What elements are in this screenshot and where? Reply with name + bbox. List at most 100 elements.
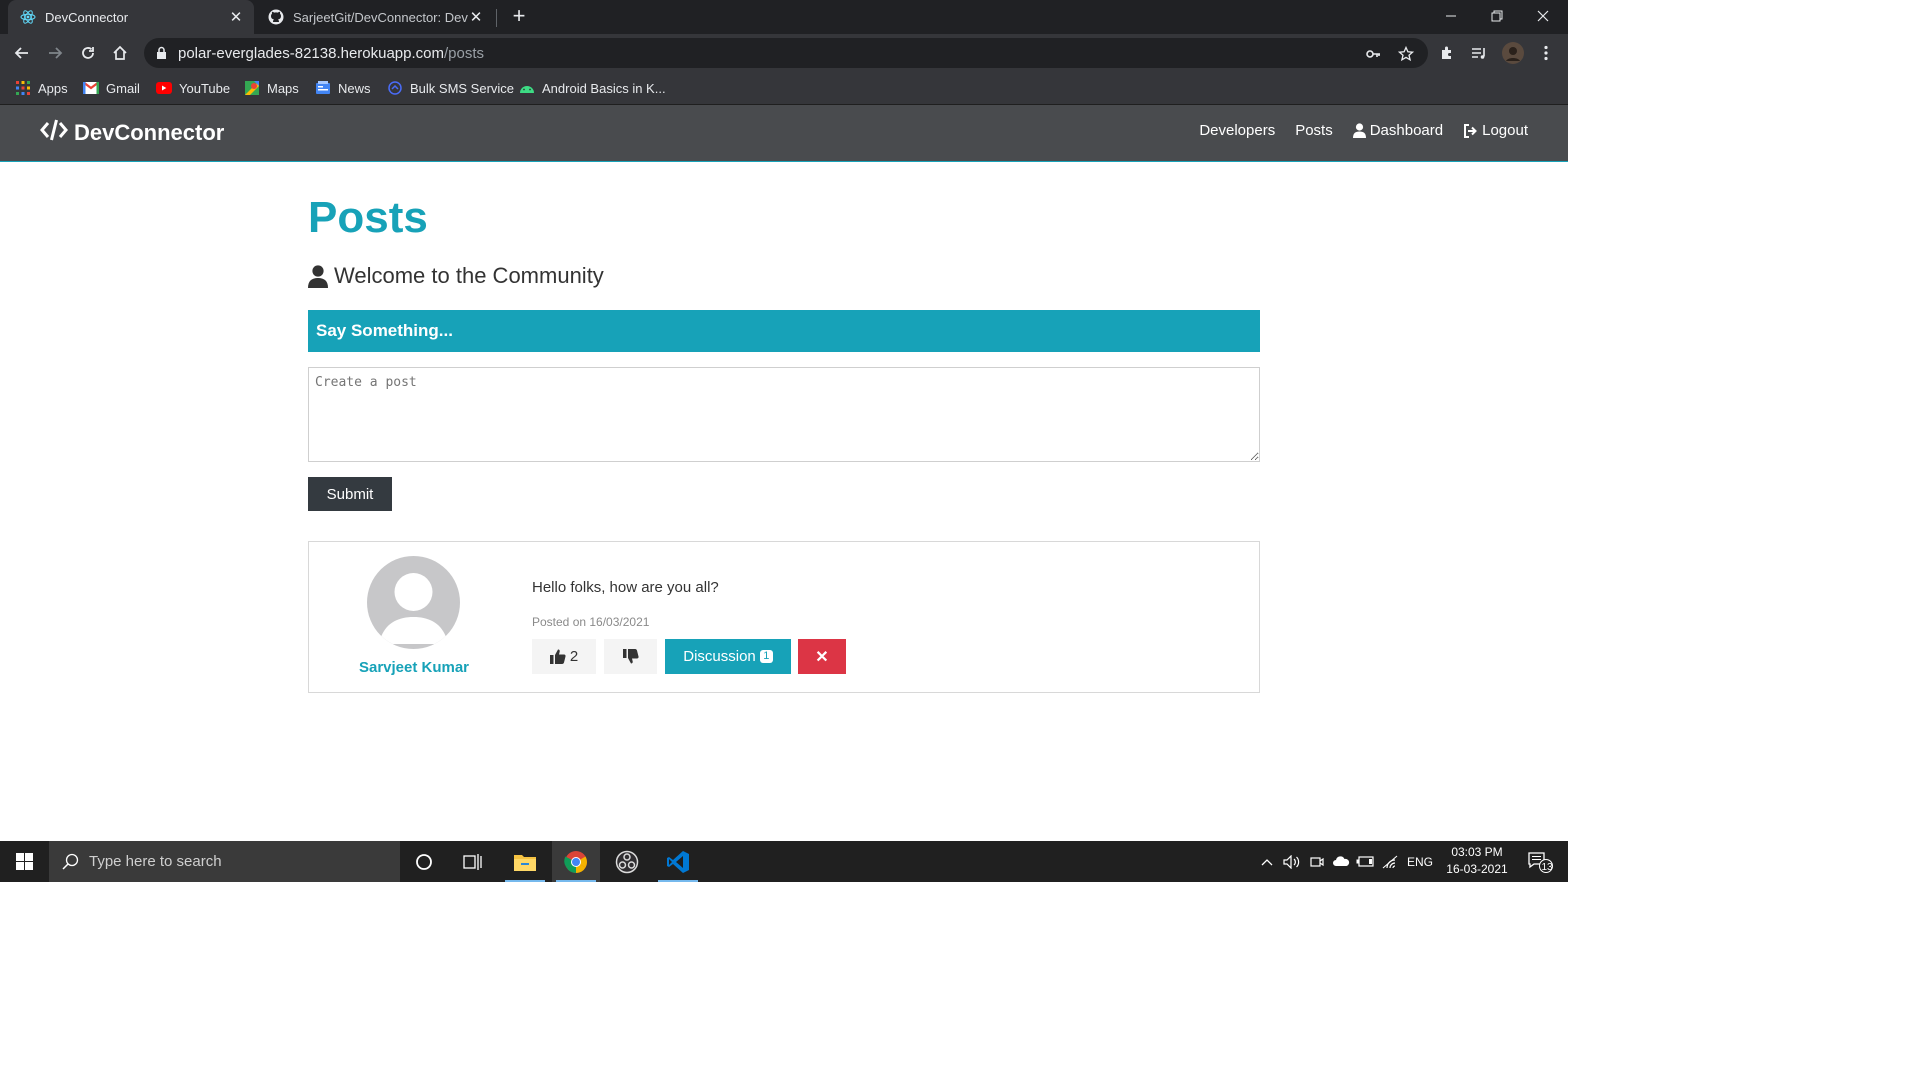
back-icon[interactable] xyxy=(8,39,36,67)
bookmark-label: Apps xyxy=(38,80,68,96)
notification-count: 13 xyxy=(1541,862,1553,873)
thumbs-down-icon xyxy=(622,649,639,664)
bookmark-maps[interactable]: Maps xyxy=(244,78,299,98)
brand-name: DevConnector xyxy=(74,120,225,145)
tab-github[interactable]: SarjeetGit/DevConnector: DevC ✕ xyxy=(256,0,494,34)
bookmark-label: Maps xyxy=(267,80,299,96)
menu-kebab-icon[interactable] xyxy=(1534,41,1558,65)
post-author-name[interactable]: Sarvjeet Kumar xyxy=(309,659,519,676)
file-explorer-icon[interactable] xyxy=(501,841,549,882)
url-path: /posts xyxy=(444,45,485,62)
user-icon xyxy=(1352,123,1366,138)
task-view-icon[interactable] xyxy=(449,841,497,882)
lock-icon[interactable] xyxy=(156,46,167,65)
nav-posts[interactable]: Posts xyxy=(1295,122,1333,139)
extensions-icon[interactable] xyxy=(1435,41,1459,65)
new-tab-button[interactable]: + xyxy=(506,5,532,29)
nav-developers[interactable]: Developers xyxy=(1199,122,1275,139)
bookmark-label: YouTube xyxy=(179,80,231,96)
nav-logout[interactable]: Logout xyxy=(1463,122,1528,139)
app-navbar: DevConnector Developers Posts Dashboard … xyxy=(0,105,1568,162)
chevron-up-icon[interactable] xyxy=(1256,841,1278,882)
close-tab-icon[interactable]: ✕ xyxy=(228,9,244,26)
star-icon[interactable] xyxy=(1395,43,1417,65)
comment-count-badge: 1 xyxy=(759,650,773,663)
tab-title: DevConnector xyxy=(45,9,129,25)
code-icon xyxy=(40,119,68,147)
welcome-lead: Welcome to the Community xyxy=(308,263,604,289)
windows-taskbar: Type here to search ENG 03:03 PM 16-03-2… xyxy=(0,841,1568,882)
apps-grid-icon xyxy=(15,80,31,96)
avatar[interactable] xyxy=(367,556,460,649)
github-icon xyxy=(268,9,284,25)
volume-icon[interactable] xyxy=(1280,841,1304,882)
close-window-icon[interactable] xyxy=(1520,0,1566,32)
restore-icon[interactable] xyxy=(1474,0,1520,32)
forward-icon[interactable] xyxy=(41,39,69,67)
bookmark-android-basics[interactable]: Android Basics in K... xyxy=(519,78,666,98)
close-tab-icon[interactable]: ✕ xyxy=(468,9,484,26)
android-icon xyxy=(519,80,535,96)
obs-icon[interactable] xyxy=(603,841,651,882)
news-icon xyxy=(315,80,331,96)
onedrive-icon[interactable] xyxy=(1330,841,1352,882)
url-text: polar-everglades-82138.herokuapp.com/pos… xyxy=(178,45,484,62)
home-icon[interactable] xyxy=(106,39,134,67)
bookmarks-bar: Apps Gmail YouTube Maps News Bulk SMS Se… xyxy=(0,72,1568,105)
post-form-header-text: Say Something... xyxy=(316,321,453,340)
taskbar-search-box[interactable]: Type here to search xyxy=(49,841,400,882)
bookmark-label: Android Basics in K... xyxy=(542,80,666,96)
key-icon[interactable] xyxy=(1362,43,1384,65)
battery-icon[interactable] xyxy=(1354,841,1376,882)
close-icon: ✕ xyxy=(815,648,829,666)
maps-icon xyxy=(244,80,260,96)
search-icon xyxy=(62,853,79,870)
discussion-label: Discussion xyxy=(683,648,756,665)
bookmark-news[interactable]: News xyxy=(315,78,371,98)
nav-dashboard[interactable]: Dashboard xyxy=(1352,122,1444,139)
minimize-icon[interactable] xyxy=(1428,0,1474,32)
taskbar-search-placeholder: Type here to search xyxy=(89,853,222,870)
sign-out-icon xyxy=(1464,123,1478,138)
post-body-text: Hello folks, how are you all? xyxy=(532,579,719,596)
user-icon xyxy=(308,264,328,288)
discussion-button[interactable]: Discussion 1 xyxy=(665,639,791,674)
tab-devconnector[interactable]: DevConnector ✕ xyxy=(8,0,254,34)
welcome-text: Welcome to the Community xyxy=(334,263,604,288)
vscode-icon[interactable] xyxy=(654,841,702,882)
bookmark-apps[interactable]: Apps xyxy=(15,78,68,98)
submit-button[interactable]: Submit xyxy=(308,477,392,511)
reload-icon[interactable] xyxy=(74,39,102,67)
bookmark-label: Bulk SMS Service xyxy=(410,80,515,96)
windows-start-icon[interactable] xyxy=(0,841,48,882)
media-queue-icon[interactable] xyxy=(1467,41,1491,65)
post-date: Posted on 16/03/2021 xyxy=(532,615,650,629)
react-icon xyxy=(20,9,36,25)
address-bar[interactable]: polar-everglades-82138.herokuapp.com/pos… xyxy=(144,38,1428,68)
post-item: Sarvjeet Kumar Hello folks, how are you … xyxy=(308,541,1260,693)
wifi-icon[interactable] xyxy=(1378,841,1402,882)
dislike-button[interactable] xyxy=(604,639,657,674)
nav-dashboard-label: Dashboard xyxy=(1369,122,1444,139)
profile-avatar-icon[interactable] xyxy=(1501,41,1525,65)
meet-now-icon[interactable] xyxy=(1306,841,1328,882)
clock[interactable]: 03:03 PM 16-03-2021 xyxy=(1438,844,1516,878)
cortana-icon[interactable] xyxy=(400,841,448,882)
like-button[interactable]: 2 xyxy=(532,639,596,674)
clock-time: 03:03 PM xyxy=(1451,845,1503,859)
nav-logout-label: Logout xyxy=(1482,122,1528,139)
tab-divider xyxy=(496,9,497,27)
brand-link[interactable]: DevConnector xyxy=(40,119,224,147)
bookmark-bulk-sms[interactable]: Bulk SMS Service xyxy=(387,78,514,98)
language-indicator[interactable]: ENG xyxy=(1404,841,1436,882)
thumbs-up-icon xyxy=(549,649,566,664)
bookmark-gmail[interactable]: Gmail xyxy=(83,78,140,98)
action-center-icon[interactable]: 13 xyxy=(1520,841,1560,882)
delete-post-button[interactable]: ✕ xyxy=(798,639,846,674)
create-post-textarea[interactable] xyxy=(308,367,1260,462)
bookmark-youtube[interactable]: YouTube xyxy=(156,78,230,98)
page-title: Posts xyxy=(308,193,428,242)
bookmark-label: News xyxy=(338,80,371,96)
chrome-taskbar-icon[interactable] xyxy=(552,841,600,882)
tab-title: SarjeetGit/DevConnector: DevC xyxy=(293,9,468,25)
